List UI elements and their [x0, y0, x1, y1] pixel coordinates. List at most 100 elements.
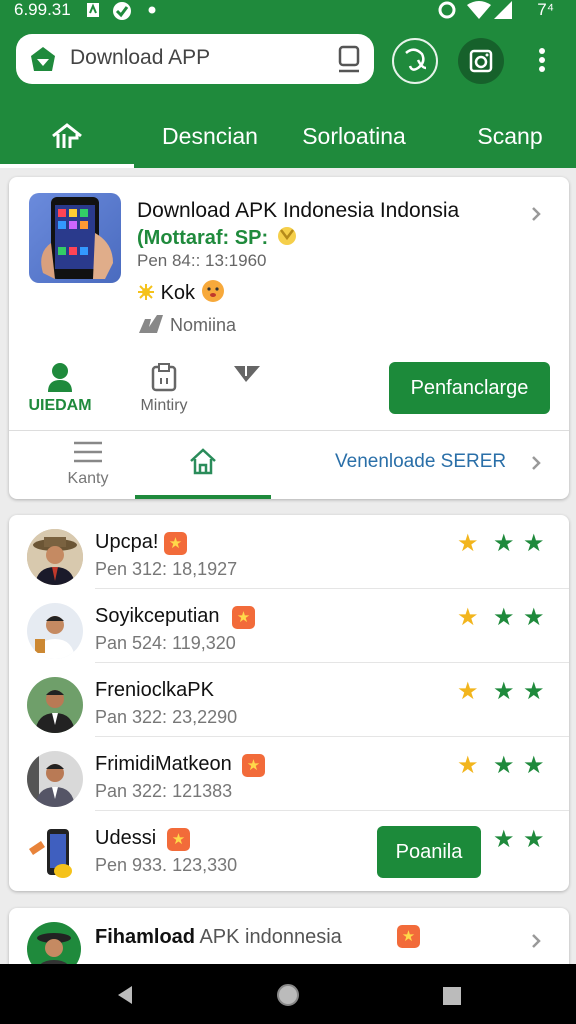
- home-button-icon[interactable]: [276, 983, 300, 1007]
- svg-text:★: ★: [523, 751, 545, 777]
- svg-text:★: ★: [457, 677, 479, 703]
- recents-icon[interactable]: [442, 986, 462, 1006]
- svg-text:★: ★: [523, 529, 545, 555]
- person-hat-avatar-icon: [27, 529, 83, 585]
- menu-kanty[interactable]: Kanty: [53, 439, 123, 488]
- badge-star-icon: ★: [164, 532, 187, 555]
- home-tab-selected[interactable]: [135, 431, 271, 499]
- action-uiedam[interactable]: UIEDAM: [25, 362, 95, 415]
- item-meta: Pan 322: 23,2290: [95, 707, 238, 727]
- chevron-right-icon[interactable]: [529, 207, 543, 221]
- avatar: [27, 529, 83, 585]
- action-send[interactable]: [227, 362, 267, 391]
- signal-icon: [494, 1, 512, 19]
- person-suit-avatar-icon: [27, 677, 83, 733]
- check-circle-icon: [113, 2, 131, 20]
- rating-stars: ★ ★ ★: [457, 677, 545, 703]
- tab-scanp[interactable]: Scanp: [466, 104, 554, 168]
- app-kok-label: Kok: [137, 279, 225, 305]
- chevron-right-icon[interactable]: [529, 456, 543, 470]
- person-icon: [48, 363, 72, 392]
- emoji-icon: [201, 280, 224, 302]
- kok-text: Kok: [160, 282, 196, 304]
- rating-stars: ★ ★ ★: [457, 751, 545, 777]
- svg-text:★: ★: [493, 825, 515, 851]
- app-meta: Pen 84:: 13:1960: [137, 251, 267, 270]
- notification-icon: [87, 3, 99, 17]
- svg-text:★: ★: [523, 603, 545, 629]
- item-name: FrenioclkaPK: [95, 679, 214, 701]
- search-input[interactable]: Download APP: [70, 46, 210, 70]
- svg-text:★: ★: [523, 677, 545, 703]
- avatar: [27, 751, 83, 807]
- badge-star-icon: ★: [397, 925, 420, 948]
- tab-bar: Desncian Sorloatina Scanp: [0, 104, 576, 168]
- search-bar[interactable]: Download APP: [16, 34, 374, 84]
- person-avatar-icon: [27, 603, 83, 659]
- svg-text:★: ★: [493, 603, 515, 629]
- avatar: [27, 677, 83, 733]
- action-uiedam-label: UIEDAM: [28, 397, 92, 414]
- item-name: Udessi: [95, 827, 157, 849]
- svg-text:★: ★: [457, 603, 479, 629]
- list-item[interactable]: Soyikceputian ★ Pan 524: 119,320 ★ ★ ★: [9, 589, 569, 663]
- list-item[interactable]: FrenioclkaPK Pan 322: 23,2290 ★ ★ ★: [9, 663, 569, 737]
- chevron-right-icon[interactable]: [529, 934, 543, 948]
- partial-app-title: Fihamload APK indonnesia: [95, 926, 342, 949]
- camera-button[interactable]: [458, 38, 504, 84]
- rating-stars: ★ ★ ★: [457, 603, 545, 629]
- svg-text:★: ★: [523, 825, 545, 851]
- alarm-icon: [438, 1, 456, 19]
- list-item[interactable]: Upcpa! ★ Pen 312: 18,1927 ★ ★ ★: [9, 515, 569, 589]
- tab-home[interactable]: [0, 104, 134, 168]
- more-options-icon[interactable]: [532, 46, 552, 76]
- tab-desncian[interactable]: Desncian: [148, 104, 272, 168]
- person-avatar-icon: [27, 751, 83, 807]
- send-icon: [234, 366, 260, 382]
- app-list-card: Upcpa! ★ Pen 312: 18,1927 ★ ★ ★ Soyikceput…: [9, 515, 569, 891]
- sparkle-icon: [138, 284, 154, 300]
- phone-in-hand-icon: [41, 197, 113, 279]
- status-bar: 6.99.31 7⁴: [0, 0, 576, 22]
- featured-app-card[interactable]: Download APK Indonesia Indonsia (Mottara…: [9, 177, 569, 499]
- tab-sorloatina[interactable]: Sorloatina: [290, 104, 418, 168]
- home-outline-icon: [190, 448, 216, 475]
- item-meta: Pan 524: 119,320: [95, 633, 236, 653]
- back-icon[interactable]: [114, 984, 136, 1006]
- tab-indicator: [135, 495, 271, 499]
- menu-icon: [74, 441, 102, 463]
- item-meta: Pan 322: 121383: [95, 781, 233, 801]
- list-item[interactable]: Udessi ★ Pen 933. 123,330 Poanila ★ ★: [9, 811, 569, 891]
- action-mintiry[interactable]: Mintiry: [127, 362, 201, 415]
- badge-star-icon: ★: [167, 828, 190, 851]
- store-logo-icon: [31, 47, 55, 71]
- list-item[interactable]: FrimidiMatkeon ★ Pan 322: 121383 ★ ★ ★: [9, 737, 569, 811]
- nomiina-text: Nomiina: [170, 315, 237, 335]
- svg-text:★: ★: [457, 751, 479, 777]
- partial-title-rest: APK indonnesia: [195, 926, 342, 948]
- item-name: FrimidiMatkeon: [95, 753, 232, 775]
- download-server-link[interactable]: Venenloade SERER: [335, 451, 506, 473]
- wifi-icon: [467, 1, 491, 19]
- item-name: Upcpa!: [95, 531, 159, 553]
- badge-star-icon: ★: [232, 606, 255, 629]
- voice-button[interactable]: [392, 38, 438, 84]
- camera-icon: [469, 49, 493, 73]
- app-title: Download APK Indonesia Indonsia: [137, 199, 460, 222]
- menu-kanty-label: Kanty: [67, 470, 109, 487]
- phone-hand-icon: [29, 829, 72, 878]
- item-meta: Pen 312: 18,1927: [95, 559, 238, 579]
- rating-stars: ★ ★: [493, 825, 545, 851]
- status-time: 6.99.31: [14, 0, 71, 19]
- install-button[interactable]: Penfanclarge: [389, 362, 550, 414]
- flag-icon: [139, 315, 163, 333]
- avatar: [27, 603, 83, 659]
- app-subtitle: (Mottaraf: SP:: [137, 225, 300, 250]
- svg-text:★: ★: [457, 529, 479, 555]
- bookmark-icon[interactable]: [336, 45, 362, 73]
- svg-text:★: ★: [493, 677, 515, 703]
- battery-level: 7⁴: [537, 0, 554, 19]
- partial-title-bold: Fihamload: [95, 926, 196, 948]
- badge-star-icon: ★: [242, 754, 265, 777]
- card-divider: [9, 430, 569, 431]
